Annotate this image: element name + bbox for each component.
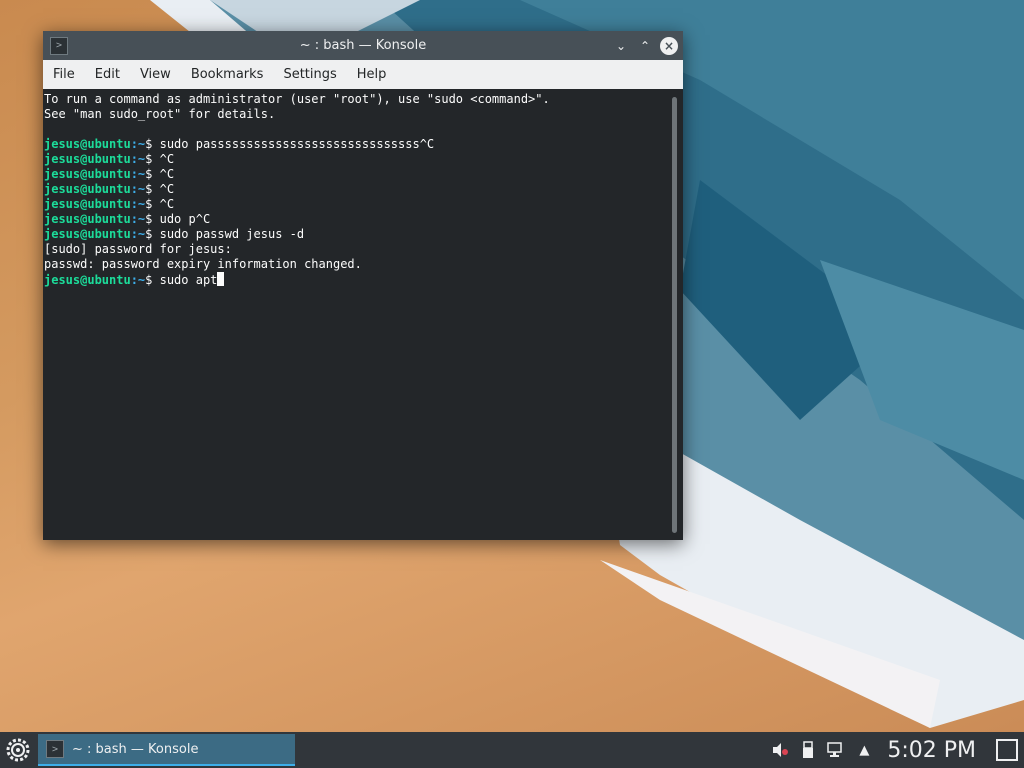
prompt-path: :~: [130, 182, 146, 196]
prompt-path: :~: [130, 137, 146, 151]
prompt-user: jesus@ubuntu: [44, 182, 131, 196]
terminal-line: jesus@ubuntu:~$ ^C: [44, 182, 683, 197]
terminal-line: passwd: password expiry information chan…: [44, 257, 683, 272]
prompt-command: $ udo p^C: [145, 212, 211, 226]
prompt-user: jesus@ubuntu: [44, 152, 131, 166]
text-cursor: [217, 272, 225, 286]
prompt-command: $ ^C: [145, 167, 175, 181]
prompt-command: $ ^C: [145, 197, 175, 211]
menu-edit[interactable]: Edit: [85, 67, 130, 82]
prompt-path: :~: [130, 212, 146, 226]
system-tray: ▲ 5:02 PM: [771, 738, 1018, 763]
prompt-command: $ ^C: [145, 182, 175, 196]
terminal-text: passwd: password expiry information chan…: [44, 257, 362, 271]
menu-settings[interactable]: Settings: [273, 67, 346, 82]
prompt-path: :~: [130, 197, 146, 211]
task-label: ~ : bash — Konsole: [72, 741, 199, 757]
terminal-text: To run a command as administrator (user …: [44, 92, 550, 106]
menu-file[interactable]: File: [43, 67, 85, 82]
prompt-user: jesus@ubuntu: [44, 227, 131, 241]
taskbar: > ~ : bash — Konsole ▲ 5:02 PM: [0, 732, 1024, 768]
terminal-icon: >: [46, 740, 64, 758]
terminal-line: jesus@ubuntu:~$ sudo passwd jesus -d: [44, 227, 683, 242]
terminal-line: jesus@ubuntu:~$ sudo passsssssssssssssss…: [44, 137, 683, 152]
prompt-path: :~: [130, 227, 146, 241]
terminal-line: jesus@ubuntu:~$ ^C: [44, 167, 683, 182]
menu-help[interactable]: Help: [347, 67, 397, 82]
prompt-command: $ ^C: [145, 152, 175, 166]
prompt-command: $ sudo passwd jesus -d: [145, 227, 305, 241]
window-title: ~ : bash — Konsole: [299, 38, 427, 53]
prompt-user: jesus@ubuntu: [44, 167, 131, 181]
prompt-user: jesus@ubuntu: [44, 212, 131, 226]
chevron-down-icon[interactable]: ⌄: [612, 37, 630, 55]
chevron-up-icon[interactable]: ⌃: [636, 37, 654, 55]
terminal-line: To run a command as administrator (user …: [44, 92, 683, 107]
prompt-command: $ sudo passsssssssssssssssssssssssssss^C: [145, 137, 435, 151]
terminal-line: jesus@ubuntu:~$ sudo apt: [44, 272, 683, 287]
usb-device-icon[interactable]: [799, 741, 817, 759]
show-desktop-icon[interactable]: [996, 739, 1018, 761]
terminal-line: jesus@ubuntu:~$ udo p^C: [44, 212, 683, 227]
volume-muted-icon[interactable]: [771, 741, 789, 759]
prompt-path: :~: [130, 167, 146, 181]
terminal-line: [sudo] password for jesus:: [44, 242, 683, 257]
terminal-line: jesus@ubuntu:~$ ^C: [44, 152, 683, 167]
konsole-window: > ~ : bash — Konsole ⌄ ⌃ × File Edit Vie…: [43, 31, 683, 540]
gear-icon: [6, 738, 30, 762]
prompt-command: $ sudo apt: [145, 273, 218, 287]
menubar: File Edit View Bookmarks Settings Help: [43, 60, 683, 89]
terminal-scrollbar[interactable]: [672, 97, 677, 533]
taskbar-task-konsole[interactable]: > ~ : bash — Konsole: [38, 734, 295, 766]
prompt-user: jesus@ubuntu: [44, 273, 131, 287]
terminal-text: See "man sudo_root" for details.: [44, 107, 276, 121]
terminal-line: See "man sudo_root" for details.: [44, 107, 683, 122]
prompt-path: :~: [130, 273, 146, 287]
application-launcher[interactable]: [0, 732, 36, 768]
clock[interactable]: 5:02 PM: [887, 738, 976, 763]
terminal-line: jesus@ubuntu:~$ ^C: [44, 197, 683, 212]
menu-bookmarks[interactable]: Bookmarks: [181, 67, 274, 82]
menu-view[interactable]: View: [130, 67, 181, 82]
network-icon[interactable]: [827, 741, 845, 759]
terminal-output[interactable]: To run a command as administrator (user …: [43, 89, 683, 540]
triangle-up-icon[interactable]: ▲: [855, 741, 873, 759]
close-icon[interactable]: ×: [660, 36, 678, 55]
window-titlebar[interactable]: > ~ : bash — Konsole ⌄ ⌃ ×: [43, 31, 683, 60]
prompt-user: jesus@ubuntu: [44, 197, 131, 211]
terminal-text: [sudo] password for jesus:: [44, 242, 232, 256]
prompt-user: jesus@ubuntu: [44, 137, 131, 151]
terminal-icon[interactable]: >: [50, 36, 68, 55]
prompt-path: :~: [130, 152, 146, 166]
window-controls: ⌄ ⌃ ×: [612, 36, 678, 55]
